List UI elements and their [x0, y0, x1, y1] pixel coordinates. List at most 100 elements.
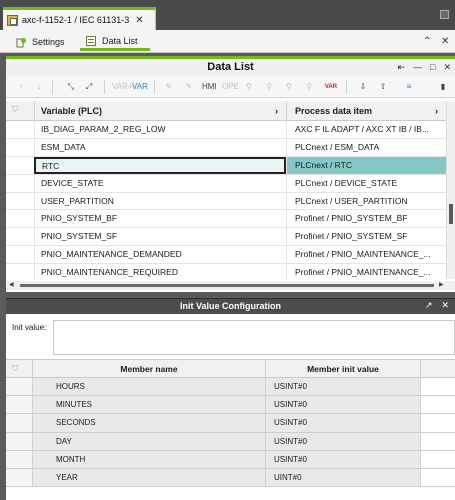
subtab-collapse-button[interactable]: ⌃ — [423, 36, 431, 47]
data-list-grid: ⛉ Variable (PLC) › Process data item › I… — [6, 101, 446, 283]
vertical-scrollbar[interactable] — [446, 101, 455, 279]
expand-all-icon[interactable]: ⤢ — [82, 80, 96, 94]
process-cell[interactable]: PLCnext / ESM_DATA — [286, 138, 446, 156]
minimize-panel-button[interactable]: — — [413, 62, 422, 73]
table-row[interactable]: PNIO_MAINTENANCE_DEMANDED Profinet / PNI… — [6, 246, 446, 265]
column-header-member-name[interactable]: Member name — [32, 360, 265, 379]
link-icon[interactable]: ⚲ — [242, 80, 256, 94]
member-value-cell[interactable]: UINT#0 — [265, 468, 420, 487]
tab-settings[interactable]: Settings — [10, 33, 71, 51]
collapse-all-icon[interactable]: ⤡ — [64, 80, 78, 94]
variable-cell[interactable]: IB_DIAG_PARAM_2_REG_LOW — [34, 121, 286, 138]
scroll-right-icon[interactable]: ▶ — [439, 281, 444, 288]
import-icon[interactable]: ⇧ — [376, 80, 390, 94]
subtab-close-button[interactable]: ✕ — [441, 36, 449, 47]
highlight-icon[interactable]: ✎ — [162, 80, 176, 94]
close-panel-button[interactable]: ✕ — [441, 300, 449, 311]
column-header-member-init-value[interactable]: Member init value — [265, 360, 420, 379]
edit-icon[interactable]: ✎ — [182, 80, 196, 94]
move-up-button[interactable]: ↑ — [14, 80, 28, 94]
member-name-cell: MONTH — [32, 450, 265, 468]
column-header-variable[interactable]: Variable (PLC) › — [34, 101, 286, 121]
variable-cell[interactable]: USER_PARTITION — [34, 192, 286, 210]
table-row[interactable]: IB_DIAG_PARAM_2_REG_LOW AXC F IL ADAPT /… — [6, 121, 446, 139]
process-cell[interactable]: PLCnext / DEVICE_STATE — [286, 174, 446, 192]
process-cell[interactable]: Profinet / PNIO_SYSTEM_BF — [286, 210, 446, 228]
member-row[interactable]: SECONDS USINT#0 — [6, 414, 455, 433]
scroll-left-icon[interactable]: ◀ — [9, 281, 14, 288]
vertical-scroll-thumb[interactable] — [449, 204, 453, 224]
restore-panel-button[interactable]: ↗ — [425, 300, 433, 311]
member-row[interactable]: HOURS USINT#0 — [6, 378, 455, 397]
member-name-cell: MINUTES — [32, 396, 265, 414]
process-cell[interactable]: Profinet / PNIO_MAINTENANCE_... — [286, 246, 446, 264]
filter-header-icon[interactable]: ⛉ — [12, 364, 18, 374]
member-value-cell[interactable]: USINT#0 — [265, 450, 420, 468]
table-row[interactable]: ESM_DATA PLCnext / ESM_DATA — [6, 138, 446, 157]
close-tab-button[interactable]: ✕ — [135, 15, 143, 26]
data-list-panel: Data List ⇤ — □ ✕ ↑ ↓ ⤡ ⤢ VAR+ VAR ✎ ✎ H… — [6, 56, 455, 292]
tab-list-menu-button[interactable] — [440, 10, 449, 19]
tab-settings-label: Settings — [32, 37, 65, 47]
filter-header-icon[interactable]: ⛉ — [12, 105, 24, 115]
variable-cell[interactable]: ESM_DATA — [34, 138, 286, 156]
member-value-cell[interactable]: USINT#0 — [265, 432, 420, 450]
member-row[interactable]: MONTH USINT#0 — [6, 450, 455, 469]
member-value-cell[interactable]: USINT#0 — [265, 378, 420, 396]
variable-cell[interactable]: DEVICE_STATE — [34, 174, 286, 192]
variable-cell[interactable]: PNIO_MAINTENANCE_REQUIRED — [34, 264, 286, 282]
process-cell[interactable]: Profinet / PNIO_MAINTENANCE_... — [286, 264, 446, 282]
member-value-cell[interactable]: USINT#0 — [265, 414, 420, 432]
data-list-grid-header: ⛉ Variable (PLC) › Process data item › — [6, 101, 446, 121]
process-cell[interactable]: PLCnext / RTC — [286, 156, 446, 174]
hmi-icon[interactable]: HMI — [202, 80, 217, 94]
variable-cell[interactable]: RTC — [34, 156, 286, 174]
document-tab-strip: axc-f-1152-1 / IEC 61131-3 ✕ — [0, 0, 455, 30]
document-tab[interactable]: axc-f-1152-1 / IEC 61131-3 ✕ — [3, 7, 156, 30]
variable-cell[interactable]: PNIO_SYSTEM_BF — [34, 210, 286, 228]
table-row-selected[interactable]: RTC PLCnext / RTC — [6, 156, 446, 175]
document-tab-title: axc-f-1152-1 / IEC 61131-3 — [22, 15, 130, 25]
table-row[interactable]: PNIO_SYSTEM_BF Profinet / PNIO_SYSTEM_BF — [6, 210, 446, 229]
chevron-right-icon: › — [275, 106, 278, 116]
table-row[interactable]: PNIO_SYSTEM_SF Profinet / PNIO_SYSTEM_SF — [6, 228, 446, 247]
variable-cell[interactable]: PNIO_MAINTENANCE_DEMANDED — [34, 246, 286, 264]
init-value-input[interactable] — [53, 320, 455, 355]
variable-cell[interactable]: PNIO_SYSTEM_SF — [34, 228, 286, 246]
export-icon[interactable]: ⇩ — [356, 80, 370, 94]
close-panel-button[interactable]: ✕ — [443, 62, 451, 73]
column-list-icon[interactable]: ≡ — [402, 80, 416, 94]
member-row[interactable]: MINUTES USINT#0 — [6, 396, 455, 415]
process-cell[interactable]: Profinet / PNIO_SYSTEM_SF — [286, 228, 446, 246]
horizontal-scrollbar[interactable]: ◀ ▶ — [6, 281, 455, 290]
delete-variable-icon[interactable]: VAR — [324, 80, 338, 94]
move-down-button[interactable]: ↓ — [32, 80, 46, 94]
filter-icon[interactable]: ⚲ — [302, 80, 316, 94]
table-row[interactable]: USER_PARTITION PLCnext / USER_PARTITION — [6, 192, 446, 211]
process-cell[interactable]: PLCnext / USER_PARTITION — [286, 192, 446, 210]
horizontal-scroll-thumb[interactable] — [20, 284, 434, 287]
member-name-cell: YEAR — [32, 468, 265, 487]
unlink-icon[interactable]: ⚲ — [282, 80, 296, 94]
process-cell[interactable]: AXC F IL ADAPT / AXC XT IB / IB... — [286, 121, 446, 138]
member-value-cell[interactable]: USINT#0 — [265, 396, 420, 414]
connect-icon[interactable]: ⚲ — [262, 80, 276, 94]
add-variable-icon[interactable]: VAR+ — [112, 80, 133, 94]
maximize-panel-button[interactable]: □ — [430, 62, 435, 73]
init-value-header: Init Value Configuration ↗ ✕ — [6, 299, 455, 314]
column-header-process-data[interactable]: Process data item › — [286, 101, 446, 121]
variable-config-icon[interactable]: VAR — [132, 80, 148, 94]
member-row[interactable]: YEAR UINT#0 — [6, 468, 455, 488]
data-list-icon — [86, 35, 96, 46]
tab-data-list[interactable]: Data List — [80, 33, 150, 51]
table-row[interactable]: PNIO_MAINTENANCE_REQUIRED Profinet / PNI… — [6, 264, 446, 283]
table-row[interactable]: DEVICE_STATE PLCnext / DEVICE_STATE — [6, 174, 446, 193]
data-list-toolbar: ↑ ↓ ⤡ ⤢ VAR+ VAR ✎ ✎ HMI OPE ⚲ ⚲ ⚲ ⚲ VAR… — [6, 76, 455, 98]
member-row[interactable]: DAY USINT#0 — [6, 432, 455, 451]
toolbar-overflow-icon[interactable]: ▮ — [436, 80, 450, 94]
member-name-cell: HOURS — [32, 378, 265, 396]
opc-icon[interactable]: OPE — [222, 80, 239, 94]
editor-subtabs: Settings Data List ⌃ ✕ — [0, 30, 455, 53]
pin-panel-button[interactable]: ⇤ — [397, 62, 405, 73]
controller-chip-icon — [7, 14, 18, 26]
